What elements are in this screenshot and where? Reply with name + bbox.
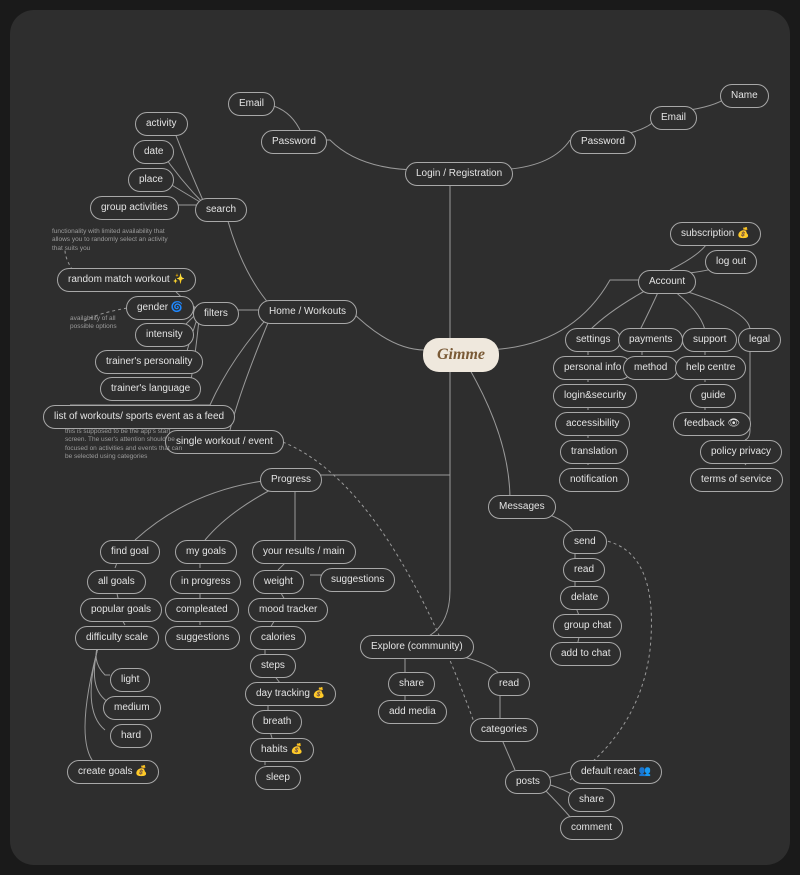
node-diff-hard: hard	[110, 724, 152, 748]
node-diff-light: light	[110, 668, 150, 692]
node-search-date: date	[133, 140, 174, 164]
node-posts: posts	[505, 770, 551, 794]
diagram-canvas: Gimme Login / Registration Password Emai…	[10, 10, 790, 865]
node-settings-access: accessibility	[555, 412, 630, 436]
node-posts-share: share	[568, 788, 615, 812]
node-calories: calories	[250, 626, 306, 650]
node-support: support	[682, 328, 737, 352]
node-explore: Explore (community)	[360, 635, 474, 659]
node-home: Home / Workouts	[258, 300, 357, 324]
node-explore-share: share	[388, 672, 435, 696]
node-settings: settings	[565, 328, 621, 352]
node-messages: Messages	[488, 495, 556, 519]
node-settings-personal: personal info	[553, 356, 632, 380]
node-legal-tos: terms of service	[690, 468, 783, 492]
node-settings-notif: notification	[559, 468, 629, 492]
node-home-feed: list of workouts/ sports event as a feed	[43, 405, 235, 429]
node-account: Account	[638, 270, 696, 294]
node-logout: log out	[705, 250, 757, 274]
note-gender: availability of all possible options	[70, 315, 130, 332]
node-posts-comment: comment	[560, 816, 623, 840]
node-search: search	[195, 198, 247, 222]
node-diff-medium: medium	[103, 696, 161, 720]
node-legal: legal	[738, 328, 781, 352]
note-random: functionality with limited availability …	[52, 228, 172, 253]
node-msg-add: add to chat	[550, 642, 621, 666]
node-habits: habits 💰	[250, 738, 314, 762]
node-payments-method: method	[623, 356, 678, 380]
node-explore-addmedia: add media	[378, 700, 447, 724]
node-filters-random: random match workout ✨	[57, 268, 196, 292]
node-mygoals-comp: compleated	[165, 598, 239, 622]
node-login-left-password: Password	[261, 130, 327, 154]
node-mygoals-sugg: suggestions	[165, 626, 240, 650]
node-filters-intensity: intensity	[135, 323, 194, 347]
node-login-right-email: Email	[650, 106, 697, 130]
node-msg-group: group chat	[553, 614, 622, 638]
node-msg-send: send	[563, 530, 607, 554]
node-login-right-password: Password	[570, 130, 636, 154]
node-daytracking: day tracking 💰	[245, 682, 336, 706]
node-steps: steps	[250, 654, 296, 678]
node-progress: Progress	[260, 468, 322, 492]
node-creategoals: create goals 💰	[67, 760, 159, 784]
node-msg-delete: delate	[560, 586, 609, 610]
app-logo: Gimme	[423, 338, 499, 372]
node-mygoals-inprog: in progress	[170, 570, 241, 594]
node-search-group: group activities	[90, 196, 179, 220]
node-allgoals: all goals	[87, 570, 146, 594]
node-payments: payments	[618, 328, 683, 352]
node-posts-react: default react 👥	[570, 760, 662, 784]
node-results-sugg: suggestions	[320, 568, 395, 592]
node-support-feedback: feedback 👁	[673, 412, 751, 436]
node-msg-read: read	[563, 558, 605, 582]
node-search-place: place	[128, 168, 174, 192]
node-login-right-name: Name	[720, 84, 769, 108]
node-filters: filters	[193, 302, 239, 326]
node-sleep: sleep	[255, 766, 301, 790]
node-settings-trans: translation	[560, 440, 628, 464]
node-subscription: subscription 💰	[670, 222, 761, 246]
node-settings-login: login&security	[553, 384, 637, 408]
node-mygoals: my goals	[175, 540, 237, 564]
node-breath: breath	[252, 710, 302, 734]
node-populargoals: popular goals	[80, 598, 162, 622]
node-login-left-email: Email	[228, 92, 275, 116]
node-difficulty: difficulty scale	[75, 626, 159, 650]
node-filters-personality: trainer's personality	[95, 350, 203, 374]
node-results: your results / main	[252, 540, 356, 564]
node-explore-categories: categories	[470, 718, 538, 742]
node-filters-gender: gender 🌀	[126, 296, 194, 320]
node-support-guide: guide	[690, 384, 736, 408]
node-search-activity: activity	[135, 112, 188, 136]
node-support-help: help centre	[675, 356, 746, 380]
node-login: Login / Registration	[405, 162, 513, 186]
node-legal-privacy: policy privacy	[700, 440, 782, 464]
node-weight: weight	[253, 570, 304, 594]
node-findgoal: find goal	[100, 540, 160, 564]
node-filters-language: trainer's language	[100, 377, 201, 401]
node-explore-read: read	[488, 672, 530, 696]
node-mood: mood tracker	[248, 598, 328, 622]
note-feed: this is supposed to be the app's start s…	[65, 428, 185, 462]
